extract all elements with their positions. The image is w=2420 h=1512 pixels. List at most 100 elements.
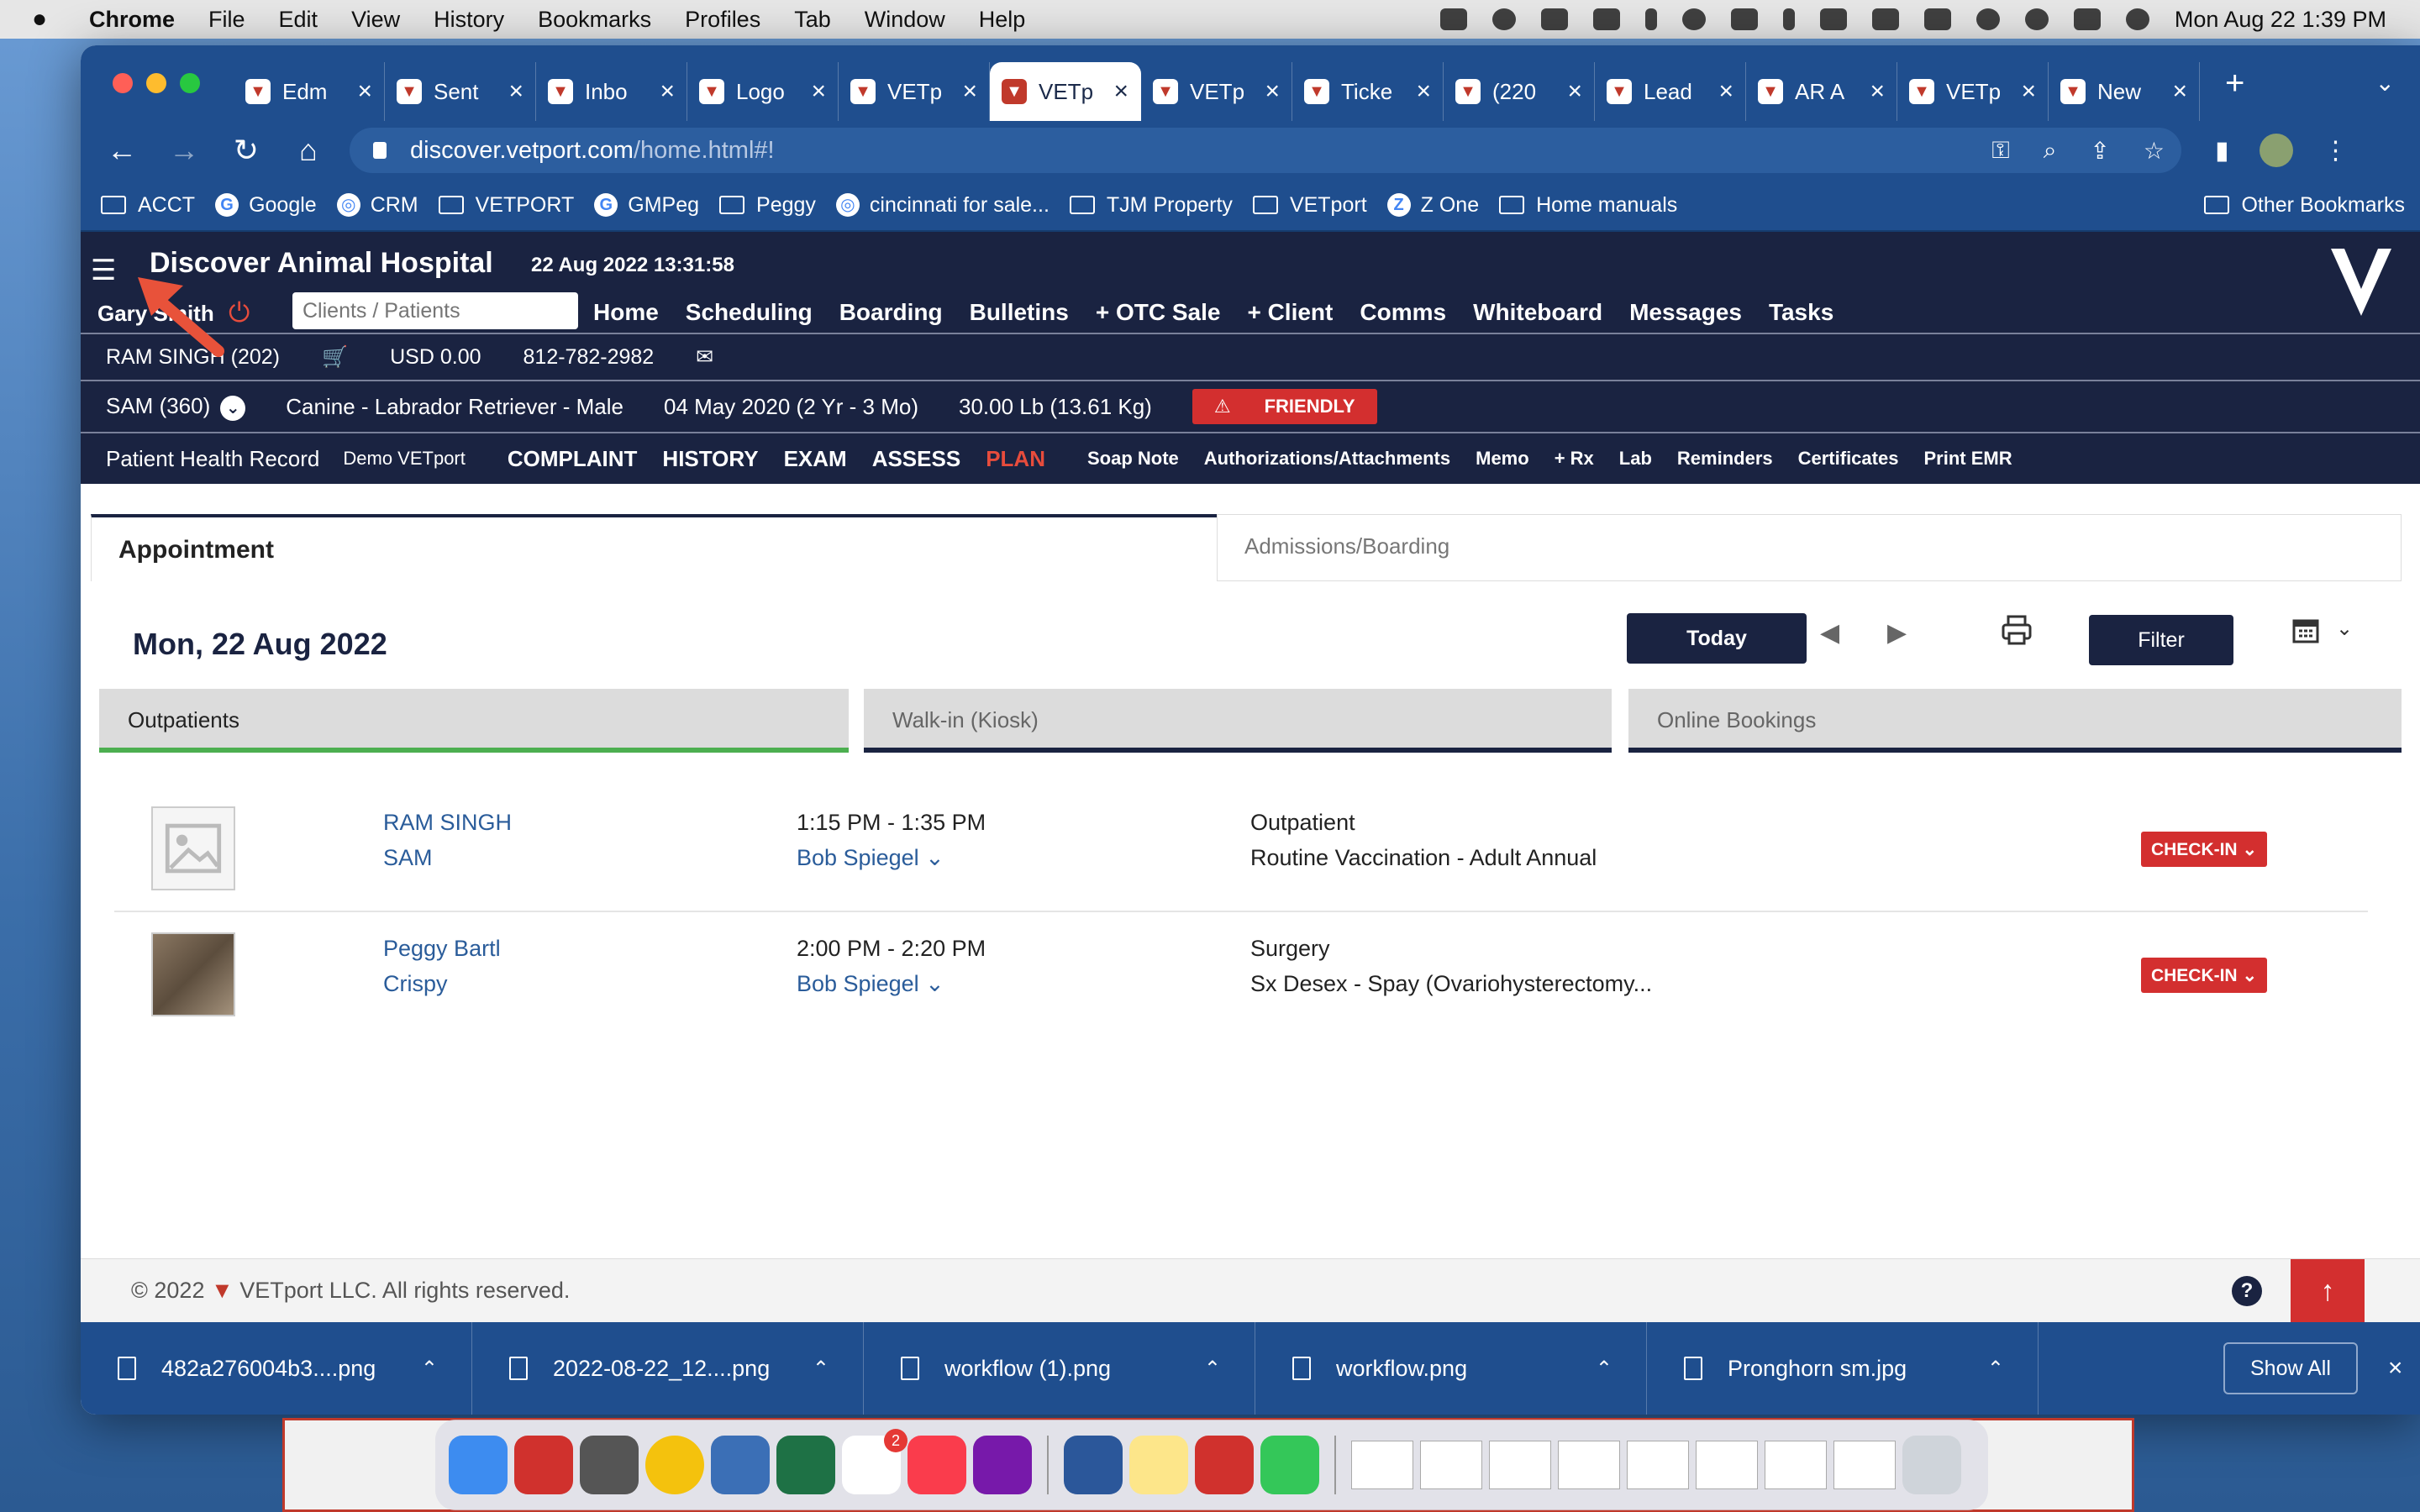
record-link-rx[interactable]: + Rx [1555, 448, 1594, 470]
scroll-to-top-icon[interactable]: ↑ [2291, 1259, 2365, 1323]
cloud-sync-icon[interactable] [1491, 8, 1516, 30]
more-menu-icon[interactable]: ⋮ [2323, 136, 2349, 165]
dock-window-thumbnail[interactable] [1627, 1441, 1689, 1489]
tab-close-icon[interactable]: × [1416, 77, 1431, 106]
menu-help[interactable]: Help [979, 7, 1026, 33]
onenote-icon[interactable] [973, 1436, 1032, 1494]
nav-boarding[interactable]: Boarding [839, 299, 943, 326]
record-link-certificates[interactable]: Certificates [1798, 448, 1899, 470]
show-all-downloads-button[interactable]: Show All [2223, 1342, 2358, 1394]
nav-messages[interactable]: Messages [1629, 299, 1742, 326]
patient-name[interactable]: SAM (360) ⌄ [106, 393, 246, 421]
record-tab-assess[interactable]: ASSESS [872, 446, 961, 472]
minimize-window-button[interactable] [146, 73, 166, 93]
menu-edit[interactable]: Edit [279, 7, 318, 33]
nav-client[interactable]: + Client [1247, 299, 1333, 326]
nav-comms[interactable]: Comms [1360, 299, 1446, 326]
dock-window-thumbnail[interactable] [1765, 1441, 1827, 1489]
siri-icon[interactable] [2125, 8, 2149, 30]
tab-close-icon[interactable]: × [1113, 77, 1128, 106]
chrome-icon[interactable] [645, 1436, 704, 1494]
play-icon[interactable] [1681, 8, 1706, 30]
menu-tab[interactable]: Tab [794, 7, 831, 33]
download-item[interactable]: workflow.png ⌃ [1255, 1322, 1647, 1415]
tab-close-icon[interactable]: × [1718, 77, 1733, 106]
browser-tab[interactable]: ▼ VETp × [839, 62, 990, 121]
download-item[interactable]: workflow (1).png ⌃ [864, 1322, 1255, 1415]
dock-window-thumbnail[interactable] [1558, 1441, 1620, 1489]
close-downloads-icon[interactable]: × [2388, 1354, 2403, 1383]
tab-admissions-boarding[interactable]: Admissions/Boarding [1217, 514, 2402, 581]
volume-icon[interactable] [1730, 8, 1758, 30]
hamburger-menu-icon[interactable]: ☰ [91, 254, 116, 287]
browser-tab[interactable]: ▼ Lead × [1595, 62, 1746, 121]
tab-close-icon[interactable]: × [508, 77, 523, 106]
calculator-icon[interactable] [580, 1436, 639, 1494]
patient-chevron-down-icon[interactable]: ⌄ [220, 395, 246, 421]
tab-search-chevron-icon[interactable]: ⌄ [2375, 69, 2395, 97]
tab-outpatients[interactable]: Outpatients [99, 689, 849, 753]
check-in-button[interactable]: CHECK-IN ⌄ [2141, 958, 2267, 993]
tab-close-icon[interactable]: × [357, 77, 372, 106]
acrobat-icon[interactable] [514, 1436, 573, 1494]
browser-tab[interactable]: ▼ AR A × [1746, 62, 1897, 121]
browser-tab[interactable]: ▼ New × [2049, 62, 2200, 121]
record-link-memo[interactable]: Memo [1476, 448, 1529, 470]
finder-icon[interactable] [449, 1436, 508, 1494]
menubar-clock[interactable]: Mon Aug 22 1:39 PM [2175, 7, 2386, 33]
appointment-client-link[interactable]: Peggy Bartl [383, 936, 501, 962]
client-patient-search-input[interactable] [292, 292, 578, 329]
tab-close-icon[interactable]: × [1870, 77, 1885, 106]
today-button[interactable]: Today [1627, 613, 1807, 664]
menu-bookmarks[interactable]: Bookmarks [538, 7, 651, 33]
record-link-reminders[interactable]: Reminders [1677, 448, 1773, 470]
browser-tab[interactable]: ▼ Logo × [687, 62, 839, 121]
cloud-icon[interactable] [1540, 8, 1568, 30]
patient-alert-badge[interactable]: ⚠ FRIENDLY [1192, 389, 1377, 424]
nav-otc-sale[interactable]: + OTC Sale [1096, 299, 1221, 326]
menu-view[interactable]: View [351, 7, 400, 33]
bookmark-vetport[interactable]: VETport [1252, 193, 1367, 218]
menu-history[interactable]: History [434, 7, 504, 33]
appointment-vet-dropdown[interactable]: Bob Spiegel ⌄ [797, 971, 944, 997]
tab-close-icon[interactable]: × [1567, 77, 1582, 106]
record-tab-history[interactable]: HISTORY [662, 446, 758, 472]
bookmark-peggy[interactable]: Peggy [719, 193, 816, 218]
download-item[interactable]: 482a276004b3....png ⌃ [81, 1322, 472, 1415]
menu-file[interactable]: File [208, 7, 245, 33]
chevron-up-icon[interactable]: ⌃ [813, 1357, 829, 1381]
address-bar[interactable]: discover.vetport.com/home.html#! ⚿ ⌕ ⇪ ☆ [350, 128, 2181, 173]
bookmark-other-bookmarks[interactable]: Other Bookmarks [2204, 193, 2405, 218]
battery-icon[interactable] [1871, 8, 1899, 30]
side-panel-icon[interactable]: ▮ [2215, 136, 2229, 165]
zoom-icon[interactable]: ⌕ [2044, 137, 2057, 165]
filter-button[interactable]: Filter [2089, 615, 2233, 665]
spotlight-search-icon[interactable] [2024, 8, 2049, 30]
bookmark-acct[interactable]: ACCT [101, 193, 195, 218]
bookmark-star-icon[interactable]: ☆ [2144, 137, 2165, 165]
download-item[interactable]: Pronghorn sm.jpg ⌃ [1647, 1322, 2039, 1415]
browser-tab[interactable]: ▼ VETp × [990, 62, 1141, 121]
nav-tasks[interactable]: Tasks [1769, 299, 1833, 326]
record-link-print-emr[interactable]: Print EMR [1923, 448, 2012, 470]
bookmark-tjm-property[interactable]: TJM Property [1069, 193, 1233, 218]
appointment-client-link[interactable]: RAM SINGH [383, 810, 512, 836]
share-icon[interactable]: ⇪ [2090, 137, 2109, 165]
reload-icon[interactable]: ↻ [225, 133, 267, 168]
acrobat-icon[interactable] [1195, 1436, 1254, 1494]
record-tab-complaint[interactable]: COMPLAINT [508, 446, 638, 472]
check-in-button[interactable]: CHECK-IN ⌄ [2141, 832, 2267, 867]
browser-tab[interactable]: ▼ (220 × [1444, 62, 1595, 121]
logout-power-icon[interactable]: ⏻ [229, 297, 250, 329]
bookmark-google[interactable]: G Google [215, 193, 317, 218]
nav-bulletins[interactable]: Bulletins [970, 299, 1069, 326]
bookmark-home-manuals[interactable]: Home manuals [1499, 193, 1677, 218]
menu-app-name[interactable]: Chrome [89, 7, 175, 33]
previous-day-icon[interactable]: ◀ [1820, 618, 1839, 648]
profile-avatar[interactable] [2259, 134, 2293, 167]
slack-icon[interactable]: 2 [842, 1429, 908, 1494]
chevron-up-icon[interactable]: ⌃ [421, 1357, 438, 1381]
excel-icon[interactable] [776, 1436, 835, 1494]
bookmark-crm[interactable]: ◎ CRM [336, 193, 418, 218]
tab-close-icon[interactable]: × [962, 77, 977, 106]
